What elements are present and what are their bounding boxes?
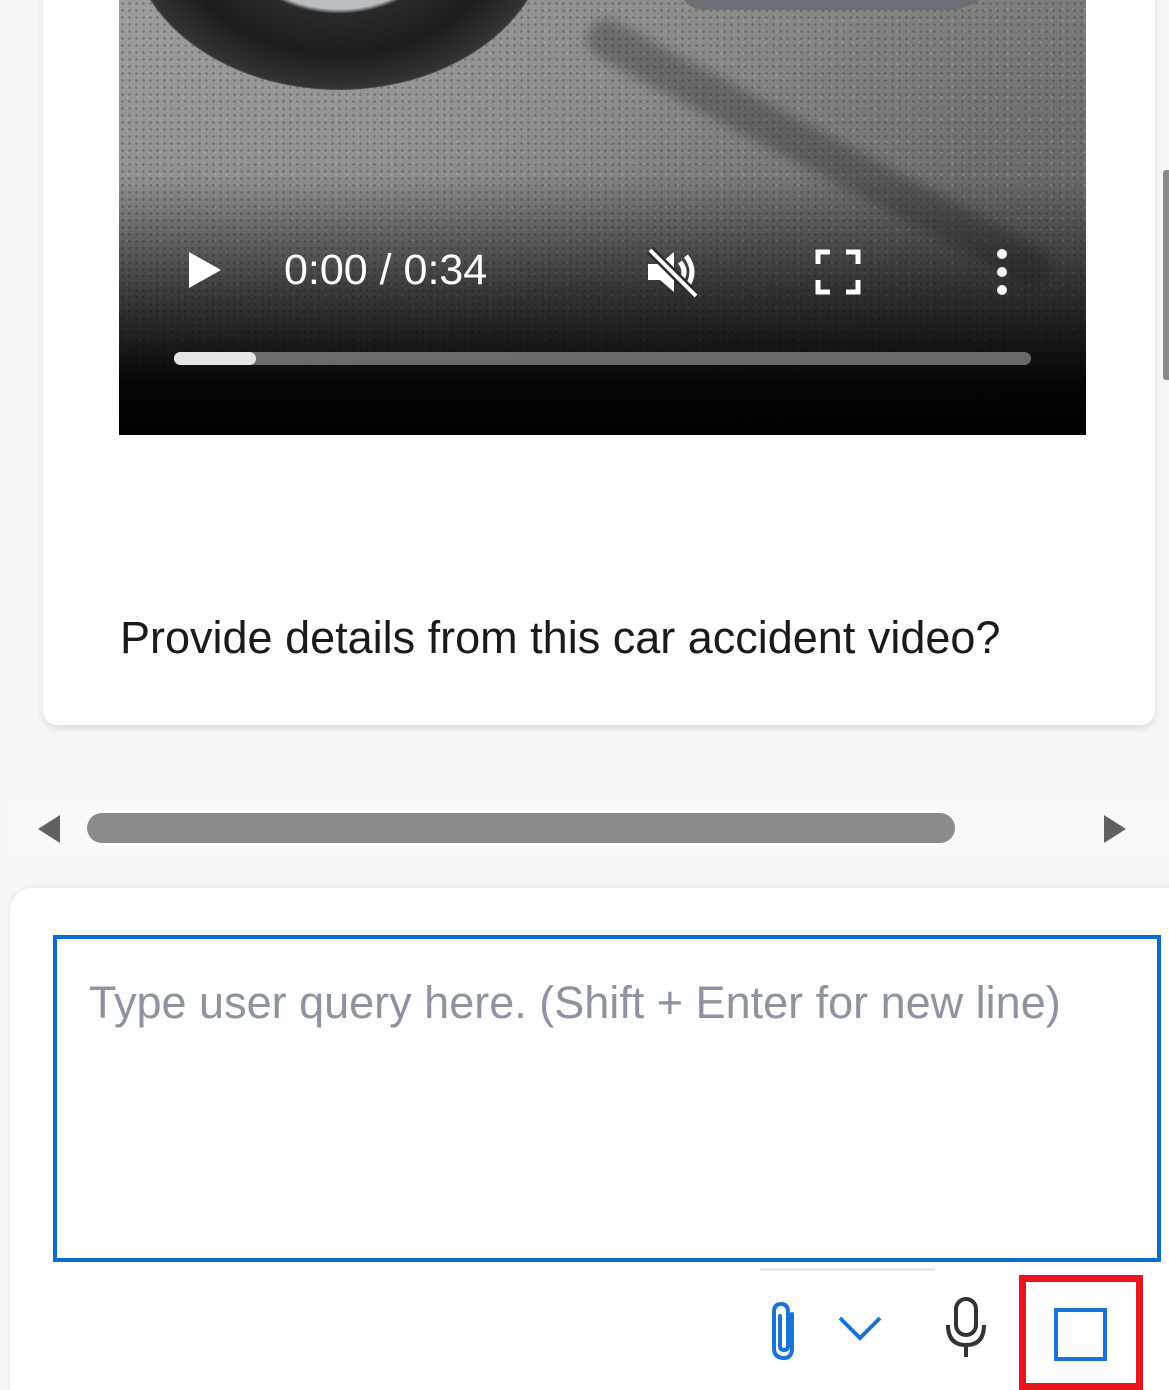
video-controls: 0:00 / 0:34	[119, 0, 1086, 435]
scroll-left-arrow-icon	[38, 815, 60, 843]
user-query-input[interactable]	[53, 935, 1161, 1262]
fullscreen-icon	[815, 249, 861, 295]
play-icon	[189, 252, 221, 288]
mute-button[interactable]	[644, 246, 704, 300]
volume-muted-icon	[646, 246, 700, 300]
scroll-left-button[interactable]	[34, 813, 64, 845]
vertical-scrollbar-thumb[interactable]	[1163, 170, 1169, 380]
attach-file-button[interactable]	[764, 1300, 806, 1364]
horizontal-scrollbar[interactable]	[10, 800, 1169, 855]
play-button[interactable]	[183, 250, 227, 290]
user-message-text: Provide details from this car accident v…	[120, 612, 1001, 663]
scroll-right-arrow-icon	[1104, 815, 1126, 843]
horizontal-scrollbar-thumb[interactable]	[87, 813, 955, 843]
chat-page: 0:00 / 0:34 Provide details from this ca…	[0, 0, 1169, 1390]
video-progress-fill	[174, 352, 257, 365]
composer-divider	[760, 1268, 935, 1271]
chevron-down-icon	[838, 1316, 882, 1341]
more-options-button[interactable]	[989, 246, 1015, 298]
more-vertical-icon	[997, 249, 1007, 295]
attach-options-dropdown[interactable]	[836, 1310, 884, 1346]
stop-generation-button[interactable]	[1019, 1275, 1143, 1390]
microphone-icon	[946, 1297, 986, 1357]
paperclip-icon	[772, 1301, 794, 1361]
stop-square-icon	[1054, 1308, 1107, 1361]
scroll-right-button[interactable]	[1100, 813, 1130, 845]
video-time-display: 0:00 / 0:34	[284, 246, 488, 294]
video-progress-bar[interactable]	[174, 352, 1031, 365]
microphone-button[interactable]	[940, 1295, 992, 1359]
fullscreen-button[interactable]	[812, 246, 864, 298]
video-player[interactable]: 0:00 / 0:34	[119, 0, 1086, 435]
